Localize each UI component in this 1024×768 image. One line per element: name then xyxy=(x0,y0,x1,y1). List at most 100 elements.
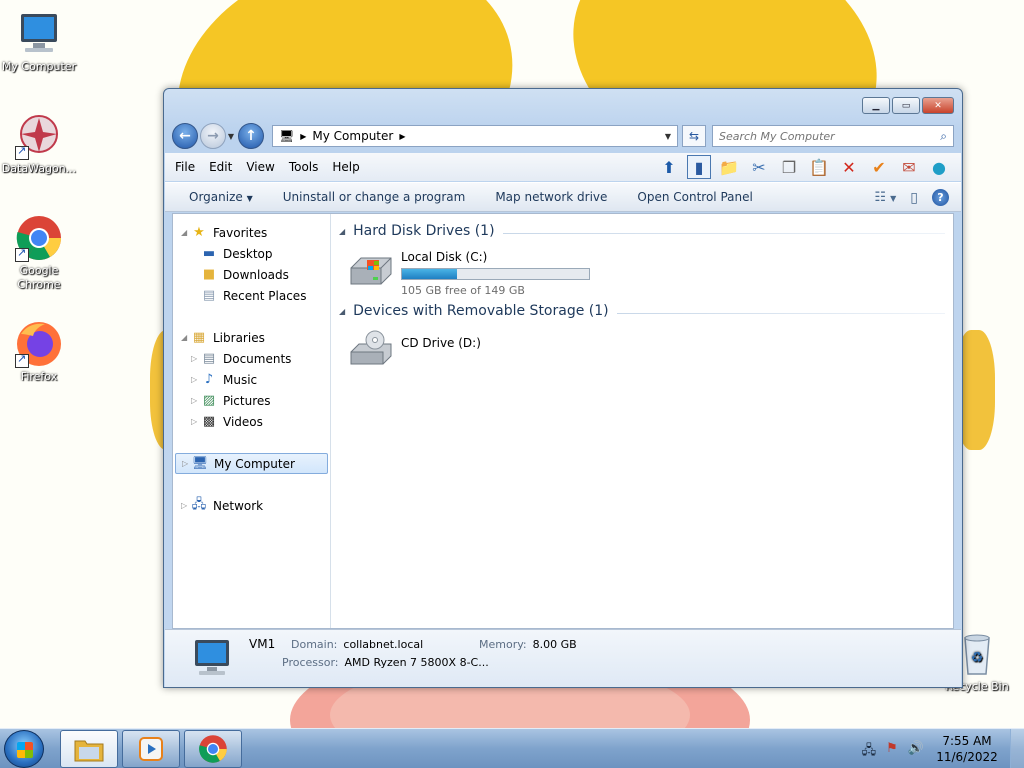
collapse-group-icon[interactable]: ◢ xyxy=(339,227,345,236)
folder-options-icon[interactable]: 📁 xyxy=(717,155,741,179)
chevron-down-icon: ▼ xyxy=(246,194,253,203)
drive-c[interactable]: Local Disk (C:) 105 GB free of 149 GB xyxy=(339,242,945,300)
desktop-icon-chrome[interactable]: Google Chrome xyxy=(0,214,78,292)
desktop-icon-label: My Computer xyxy=(1,60,77,73)
refresh-button[interactable]: ⇆ xyxy=(682,125,706,147)
delete-icon[interactable]: ✕ xyxy=(837,155,861,179)
uninstall-program-button[interactable]: Uninstall or change a program xyxy=(283,190,466,204)
open-control-panel-button[interactable]: Open Control Panel xyxy=(637,190,752,204)
action-center-flag-icon[interactable]: ⚑ xyxy=(886,741,898,763)
nav-pictures[interactable]: ▷ ▨ Pictures xyxy=(173,390,330,411)
videos-icon: ▩ xyxy=(202,414,216,429)
cut-icon[interactable]: ✂ xyxy=(747,155,771,179)
search-box[interactable]: ⌕ xyxy=(712,125,954,147)
up-button[interactable]: ↑ xyxy=(238,123,264,149)
close-button[interactable]: ✕ xyxy=(922,97,954,114)
paste-icon[interactable]: 📋 xyxy=(807,155,831,179)
desktop-icon-datawagon[interactable]: DataWagon... xyxy=(0,112,78,176)
drive-free-space: 105 GB free of 149 GB xyxy=(401,284,525,297)
nav-label: Videos xyxy=(223,414,263,429)
collapse-arrow-icon[interactable]: ▷ xyxy=(191,354,197,363)
copy-icon[interactable]: ❐ xyxy=(777,155,801,179)
menu-tools[interactable]: Tools xyxy=(289,160,319,174)
taskbar-media-player-button[interactable] xyxy=(122,730,180,768)
maximize-button[interactable]: ▭ xyxy=(892,97,920,114)
group-title: Devices with Removable Storage (1) xyxy=(353,303,609,319)
nav-libraries[interactable]: ◢ ▦ Libraries xyxy=(173,327,330,348)
detail-value: AMD Ryzen 7 5800X 8-C... xyxy=(344,656,489,669)
clock-date: 11/6/2022 xyxy=(936,750,998,764)
search-icon[interactable]: ⌕ xyxy=(940,129,947,144)
preview-pane-icon[interactable]: ▯ xyxy=(910,190,918,206)
email-icon[interactable]: ✉ xyxy=(897,155,921,179)
taskbar-chrome-button[interactable] xyxy=(184,730,242,768)
address-dropdown[interactable]: ▼ xyxy=(665,132,671,141)
drive-d[interactable]: CD Drive (D:) xyxy=(339,322,945,380)
folders-pane-icon[interactable]: ▮ xyxy=(687,155,711,179)
back-button[interactable]: ← xyxy=(172,123,198,149)
collapse-group-icon[interactable]: ◢ xyxy=(339,307,345,316)
nav-videos[interactable]: ▷ ▩ Videos xyxy=(173,411,330,432)
network-tray-icon[interactable]: 🖧 xyxy=(862,741,877,763)
shell-icon[interactable]: ● xyxy=(927,155,951,179)
volume-icon[interactable]: 🔊 xyxy=(908,741,924,763)
taskbar-explorer-button[interactable] xyxy=(60,730,118,768)
collapse-arrow-icon[interactable]: ▷ xyxy=(182,459,188,468)
command-bar: Organize ▼ Uninstall or change a program… xyxy=(165,182,961,212)
menu-view[interactable]: View xyxy=(246,160,274,174)
nav-desktop[interactable]: ▬ Desktop xyxy=(173,243,330,264)
search-input[interactable] xyxy=(719,129,919,143)
drive-name: CD Drive (D:) xyxy=(401,336,481,350)
nav-downloads[interactable]: ■ Downloads xyxy=(173,264,330,285)
nav-network[interactable]: ▷ 🖧 Network xyxy=(173,495,330,516)
shortcut-arrow-icon xyxy=(15,246,29,262)
computer-icon xyxy=(195,640,229,675)
nav-documents[interactable]: ▷ ▤ Documents xyxy=(173,348,330,369)
collapse-arrow-icon[interactable]: ▷ xyxy=(191,417,197,426)
recent-pages-dropdown[interactable]: ▼ xyxy=(226,132,236,141)
collapse-arrow-icon[interactable]: ▷ xyxy=(191,396,197,405)
menu-help[interactable]: Help xyxy=(332,160,359,174)
map-network-drive-button[interactable]: Map network drive xyxy=(495,190,607,204)
expand-arrow-icon[interactable]: ◢ xyxy=(181,333,187,342)
collapse-arrow-icon[interactable]: ▷ xyxy=(181,501,187,510)
nav-music[interactable]: ▷ ♪ Music xyxy=(173,369,330,390)
start-button[interactable] xyxy=(4,730,44,768)
change-view-icon[interactable]: ☷ ▼ xyxy=(874,190,896,205)
expand-arrow-icon[interactable]: ◢ xyxy=(181,228,187,237)
collapse-arrow-icon[interactable]: ▷ xyxy=(191,375,197,384)
nav-recent-places[interactable]: ▤ Recent Places xyxy=(173,285,330,306)
system-tray: 🖧 ⚑ 🔊 xyxy=(862,741,924,763)
detail-value: 8.00 GB xyxy=(532,638,577,651)
minimize-button[interactable]: ▁ xyxy=(862,97,890,114)
breadcrumb-separator[interactable]: ▶ xyxy=(300,132,306,141)
explorer-window[interactable]: ▁ ▭ ✕ ← → ▼ ↑ 🖥 ▶ My Computer ▶ ▼ ⇆ ⌕ Fi… xyxy=(163,88,963,688)
chrome-icon xyxy=(199,735,227,763)
computer-name: VM1 xyxy=(249,637,276,651)
menu-edit[interactable]: Edit xyxy=(209,160,232,174)
breadcrumb-separator[interactable]: ▶ xyxy=(399,132,405,141)
organize-button[interactable]: Organize ▼ xyxy=(189,190,253,204)
forward-button[interactable]: → xyxy=(200,123,226,149)
cd-drive-icon xyxy=(350,330,392,365)
nav-favorites[interactable]: ◢ ★ Favorites xyxy=(173,222,330,243)
address-bar[interactable]: 🖥 ▶ My Computer ▶ ▼ xyxy=(272,125,678,147)
breadcrumb-my-computer[interactable]: My Computer xyxy=(312,129,393,143)
help-icon[interactable]: ? xyxy=(932,189,949,206)
desktop-icon-my-computer[interactable]: My Computer xyxy=(0,10,78,74)
group-header-removable[interactable]: ◢ Devices with Removable Storage (1) xyxy=(339,300,945,322)
show-desktop-button[interactable] xyxy=(1010,729,1024,768)
documents-icon: ▤ xyxy=(202,351,216,366)
group-header-hard-disk[interactable]: ◢ Hard Disk Drives (1) xyxy=(339,220,945,242)
computer-icon: 🖥 xyxy=(279,129,295,143)
system-clock[interactable]: 7:55 AM 11/6/2022 xyxy=(934,733,1000,765)
desktop-icon-firefox[interactable]: Firefox xyxy=(0,320,78,384)
up-folder-icon[interactable]: ⬆ xyxy=(657,155,681,179)
menu-file[interactable]: File xyxy=(175,160,195,174)
folder-icon xyxy=(74,740,104,762)
command-bar-right: ☷ ▼ ▯ ? xyxy=(874,189,949,206)
libraries-icon: ▦ xyxy=(192,330,206,345)
nav-my-computer[interactable]: ▷ 🖥 My Computer xyxy=(175,453,328,474)
window-controls: ▁ ▭ ✕ xyxy=(862,97,954,114)
checkmark-icon[interactable]: ✔ xyxy=(867,155,891,179)
